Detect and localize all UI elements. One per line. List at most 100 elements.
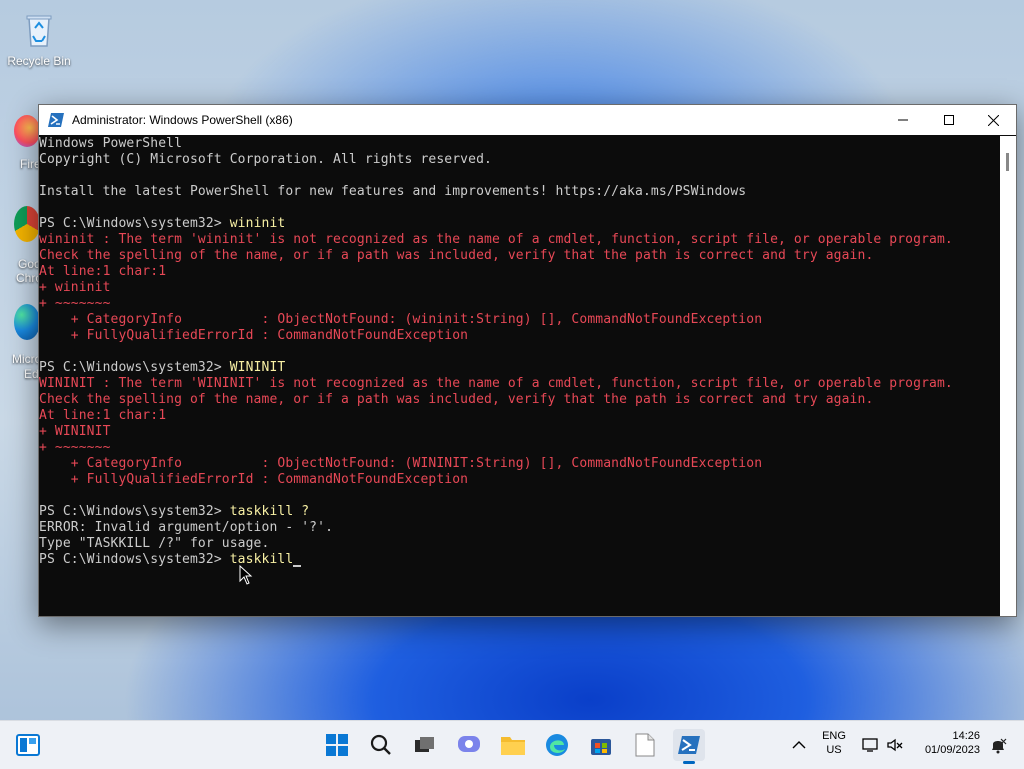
- output-text: ERROR: Invalid argument/option - '?'.: [39, 520, 334, 535]
- command-text: taskkill ?: [229, 504, 310, 519]
- console-line: ERROR: Invalid argument/option - '?'.: [39, 520, 999, 536]
- store-icon: [591, 739, 611, 755]
- clock-time: 14:26: [952, 730, 980, 742]
- console-line: Type "TASKKILL /?" for usage.: [39, 536, 999, 552]
- scrollbar-thumb[interactable]: [1006, 153, 1009, 171]
- task-view-button[interactable]: [409, 729, 441, 761]
- close-button[interactable]: [970, 105, 1016, 135]
- chat-icon: [458, 736, 480, 752]
- error-text: + FullyQualifiedErrorId : CommandNotFoun…: [39, 328, 469, 343]
- error-text: + CategoryInfo : ObjectNotFound: (WININI…: [39, 456, 763, 471]
- console-line: + ~~~~~~~: [39, 440, 999, 456]
- powershell-taskbar-button[interactable]: [673, 729, 705, 764]
- recycle-bin-label: Recycle Bin: [7, 54, 71, 68]
- error-text: wininit : The term 'wininit' is not reco…: [39, 232, 953, 247]
- file-explorer-button[interactable]: [497, 729, 529, 761]
- clock-date: 01/09/2023: [924, 744, 980, 756]
- prompt-text: PS C:\Windows\system32>: [39, 504, 230, 519]
- minimize-button[interactable]: [880, 105, 926, 135]
- output-text: Copyright (C) Microsoft Corporation. All…: [39, 152, 492, 167]
- language-line-1: ENG: [822, 730, 846, 742]
- notification-button[interactable]: [986, 729, 1010, 761]
- language-indicator[interactable]: ENG US: [816, 730, 852, 756]
- file-explorer-icon: [501, 737, 525, 755]
- recycle-bin-icon: [19, 10, 59, 50]
- mouse-pointer-icon: [239, 565, 253, 585]
- prompt-text: PS C:\Windows\system32>: [39, 360, 230, 375]
- console-line: + CategoryInfo : ObjectNotFound: (winini…: [39, 312, 999, 328]
- language-line-2: US: [826, 744, 842, 756]
- error-text: + FullyQualifiedErrorId : CommandNotFoun…: [39, 472, 469, 487]
- notification-icon: [992, 738, 1007, 754]
- error-text: + ~~~~~~~: [39, 296, 111, 311]
- console-line: wininit : The term 'wininit' is not reco…: [39, 232, 999, 248]
- close-icon: [987, 114, 999, 126]
- powershell-icon: [678, 736, 700, 754]
- console-line: + CategoryInfo : ObjectNotFound: (WININI…: [39, 456, 999, 472]
- console-line: Install the latest PowerShell for new fe…: [39, 184, 999, 200]
- clock[interactable]: 14:26 01/09/2023: [912, 730, 992, 756]
- start-button[interactable]: [321, 729, 353, 761]
- maximize-icon: [944, 115, 954, 125]
- search-button[interactable]: [365, 729, 397, 761]
- console-line: Check the spelling of the name, or if a …: [39, 392, 999, 408]
- widgets-button[interactable]: [12, 729, 44, 761]
- console-line: At line:1 char:1: [39, 408, 999, 424]
- task-view-icon: [415, 737, 434, 752]
- edge-icon: [546, 734, 568, 756]
- console-line: PS C:\Windows\system32> wininit: [39, 216, 999, 232]
- powershell-window[interactable]: Administrator: Windows PowerShell (x86) …: [38, 104, 1017, 617]
- output-text: Type "TASKKILL /?" for usage.: [39, 536, 270, 551]
- firefox-icon[interactable]: [14, 115, 40, 147]
- minimize-icon: [898, 119, 908, 121]
- console-line: PS C:\Windows\system32> WININIT: [39, 360, 999, 376]
- show-hidden-icons-button[interactable]: [784, 729, 814, 761]
- console-line: WININIT : The term 'WININIT' is not reco…: [39, 376, 999, 392]
- output-text: Windows PowerShell: [39, 136, 183, 151]
- notepad-button[interactable]: [629, 729, 661, 761]
- edge-icon-desktop[interactable]: [14, 304, 40, 340]
- store-button[interactable]: [585, 729, 617, 761]
- taskbar: ENG US 14:26 01/09/2023: [0, 720, 1024, 769]
- window-title: Administrator: Windows PowerShell (x86): [72, 113, 293, 127]
- edge-label-partial-2: Ed: [24, 367, 39, 381]
- error-text: + CategoryInfo : ObjectNotFound: (winini…: [39, 312, 763, 327]
- title-bar[interactable]: Administrator: Windows PowerShell (x86): [39, 105, 1016, 135]
- console-line: + WININIT: [39, 424, 999, 440]
- error-text: Check the spelling of the name, or if a …: [39, 392, 874, 407]
- display-icon: [862, 738, 878, 752]
- output-text: Install the latest PowerShell for new fe…: [39, 184, 747, 199]
- chat-button[interactable]: [453, 729, 485, 761]
- console-line: PS C:\Windows\system32> taskkill ?: [39, 504, 999, 520]
- console-line: + FullyQualifiedErrorId : CommandNotFoun…: [39, 472, 999, 488]
- error-text: Check the spelling of the name, or if a …: [39, 248, 874, 263]
- error-text: WININIT : The term 'WININIT' is not reco…: [39, 376, 953, 391]
- console-line: Copyright (C) Microsoft Corporation. All…: [39, 152, 999, 168]
- edge-label-partial-1: Micro: [12, 352, 42, 366]
- console-line: Check the spelling of the name, or if a …: [39, 248, 999, 264]
- maximize-button[interactable]: [926, 105, 972, 135]
- volume-muted-icon: [887, 738, 903, 752]
- console-line: + FullyQualifiedErrorId : CommandNotFoun…: [39, 328, 999, 344]
- desktop-icon-recycle-bin[interactable]: Recycle Bin: [1, 10, 77, 68]
- powershell-icon: [48, 113, 64, 127]
- error-text: At line:1 char:1: [39, 264, 167, 279]
- text-cursor: [293, 565, 302, 567]
- console-line: At line:1 char:1: [39, 264, 999, 280]
- active-indicator: [683, 761, 695, 764]
- chevron-up-icon: [792, 741, 806, 749]
- network-button[interactable]: [860, 729, 882, 761]
- chrome-icon[interactable]: [14, 206, 40, 242]
- vertical-scrollbar[interactable]: [1000, 136, 1016, 616]
- start-icon: [326, 734, 348, 756]
- error-text: At line:1 char:1: [39, 408, 167, 423]
- widgets-icon: [16, 734, 40, 756]
- volume-button[interactable]: [884, 729, 906, 761]
- console-output[interactable]: Windows PowerShell Copyright (C) Microsof…: [39, 136, 999, 616]
- edge-button[interactable]: [541, 729, 573, 761]
- error-text: + wininit: [39, 280, 111, 295]
